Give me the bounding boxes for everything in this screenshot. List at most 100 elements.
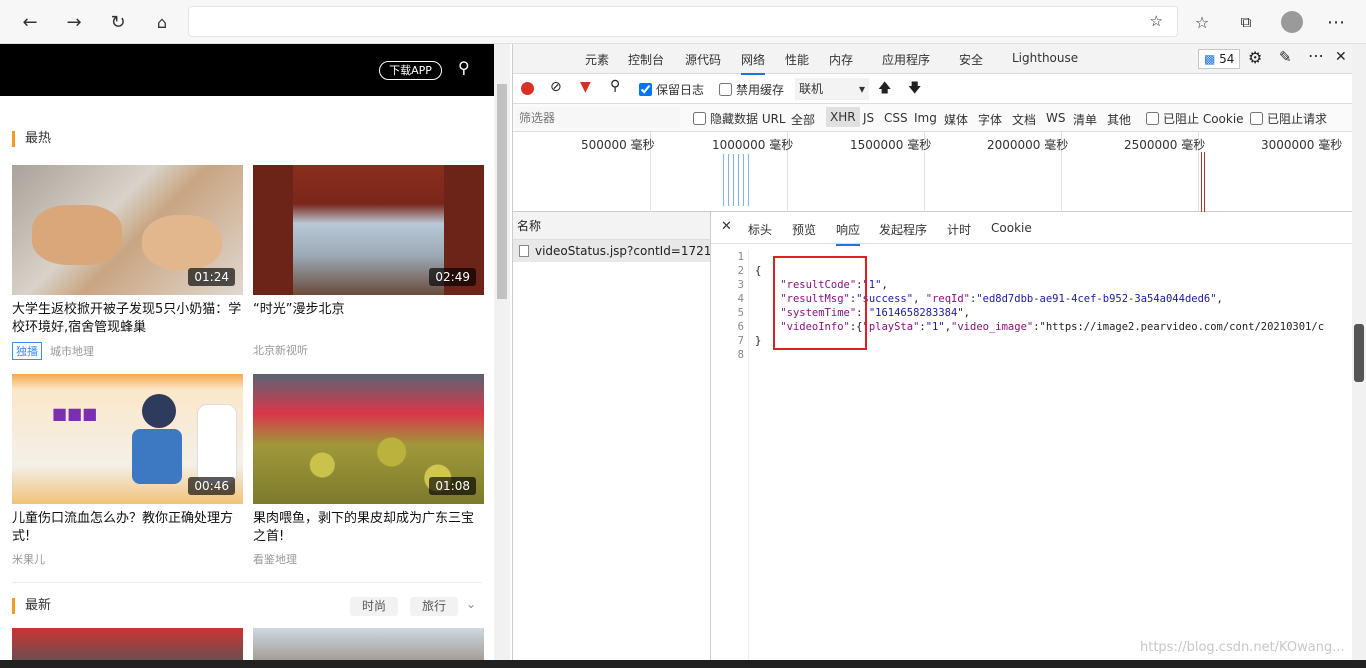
tab-headers[interactable]: 标头 bbox=[748, 221, 772, 238]
tab-preview[interactable]: 预览 bbox=[792, 221, 816, 238]
record-icon[interactable] bbox=[521, 82, 534, 95]
video-card[interactable]: 02:49 “时光”漫步北京 北京新视听 bbox=[253, 165, 484, 358]
type-filter-manifest[interactable]: 清单 bbox=[1073, 111, 1097, 128]
search-icon[interactable]: ⚲ bbox=[458, 58, 470, 77]
window-scrollbar[interactable] bbox=[1352, 44, 1366, 660]
forward-icon[interactable]: → bbox=[60, 8, 88, 36]
type-filter-other[interactable]: 其他 bbox=[1107, 111, 1131, 128]
hide-data-urls-checkbox[interactable]: 隐藏数据 URL bbox=[693, 110, 786, 127]
name-column-header[interactable]: 名称 bbox=[513, 212, 710, 240]
video-thumbnail[interactable]: 02:49 bbox=[253, 165, 484, 295]
type-filter-js[interactable]: JS bbox=[863, 111, 874, 125]
filter-fashion[interactable]: 时尚 bbox=[350, 597, 399, 616]
filter-input[interactable] bbox=[515, 107, 680, 128]
more-icon[interactable]: ⋯ bbox=[1322, 8, 1350, 36]
scrollbar-thumb[interactable] bbox=[1354, 324, 1364, 382]
throttle-select[interactable]: 联机 ▾ bbox=[795, 78, 869, 100]
tab-elements[interactable]: 元素 bbox=[585, 51, 609, 68]
tab-timing[interactable]: 计时 bbox=[947, 221, 971, 238]
network-overview[interactable]: 500000 毫秒 1000000 毫秒 1500000 毫秒 2000000 … bbox=[513, 132, 1353, 212]
site-header: 下载APP ⚲ bbox=[0, 44, 494, 96]
message-icon: ▩ bbox=[1204, 52, 1216, 66]
blocked-cookies-checkbox[interactable]: 已阻止 Cookie bbox=[1146, 110, 1244, 127]
duration-label: 01:24 bbox=[188, 268, 235, 286]
timeline-label: 500000 毫秒 bbox=[581, 138, 655, 152]
type-filter-xhr[interactable]: XHR bbox=[826, 107, 860, 127]
tab-application[interactable]: 应用程序 bbox=[882, 51, 930, 68]
tab-sources[interactable]: 源代码 bbox=[685, 51, 721, 68]
line-numbers: 1 2 3 4 5 6 7 8 bbox=[711, 250, 749, 660]
preserve-log-checkbox[interactable]: 保留日志 bbox=[639, 81, 704, 98]
devtools-tabbar: 元素 控制台 源代码 网络 性能 内存 应用程序 安全 Lighthouse ▩… bbox=[513, 44, 1353, 75]
tab-security[interactable]: 安全 bbox=[959, 51, 983, 68]
search-icon[interactable]: ⚲ bbox=[610, 78, 620, 94]
video-title[interactable]: 儿童伤口流血怎么办？教你正确处理方式! bbox=[12, 510, 243, 546]
blocked-requests-checkbox[interactable]: 已阻止请求 bbox=[1250, 110, 1327, 127]
video-thumbnail[interactable]: 01:24 bbox=[12, 165, 243, 295]
video-card[interactable]: 01:08 果肉喂鱼，剥下的果皮却成为广东三宝之首! 看鉴地理 bbox=[253, 374, 484, 567]
duration-label: 02:49 bbox=[429, 268, 476, 286]
collections-icon[interactable]: ⧉ bbox=[1232, 8, 1260, 36]
type-filter-doc[interactable]: 文档 bbox=[1012, 111, 1036, 128]
address-input[interactable] bbox=[189, 7, 1079, 36]
video-card[interactable]: 01:24 大学生返校掀开被子发现5只小奶猫：学校环境好,宿舍管现蜂巢 独播 城市… bbox=[12, 165, 243, 360]
tab-response[interactable]: 响应 bbox=[836, 221, 861, 246]
feedback-icon[interactable]: ✎ bbox=[1279, 48, 1292, 66]
tab-memory[interactable]: 内存 bbox=[829, 51, 853, 68]
favorite-add-icon[interactable]: ☆ bbox=[1150, 12, 1163, 30]
video-title[interactable]: “时光”漫步北京 bbox=[253, 301, 484, 319]
video-thumbnail[interactable]: 01:08 bbox=[253, 374, 484, 504]
devtools-panel: 元素 控制台 源代码 网络 性能 内存 应用程序 安全 Lighthouse ▩… bbox=[512, 44, 1353, 660]
page-scrollbar[interactable] bbox=[494, 44, 510, 660]
home-icon[interactable]: ⌂ bbox=[148, 8, 176, 36]
clear-icon[interactable]: ⊘ bbox=[550, 79, 562, 95]
video-title[interactable]: 大学生返校掀开被子发现5只小奶猫：学校环境好,宿舍管现蜂巢 bbox=[12, 301, 243, 337]
video-source: 北京新视听 bbox=[253, 344, 308, 357]
tab-initiator[interactable]: 发起程序 bbox=[879, 221, 927, 238]
favorites-icon[interactable]: ☆ bbox=[1188, 8, 1216, 36]
line-number: 2 bbox=[737, 265, 744, 277]
video-thumbnail[interactable] bbox=[253, 628, 484, 660]
type-filter-img[interactable]: Img bbox=[914, 111, 937, 125]
import-icon[interactable]: 🡅 bbox=[878, 79, 891, 101]
video-source: 看鉴地理 bbox=[253, 553, 297, 566]
request-row[interactable]: videoStatus.jsp?contId=17217... bbox=[513, 240, 710, 262]
more-icon[interactable]: ⋯ bbox=[1308, 46, 1324, 65]
close-icon[interactable]: ✕ bbox=[1335, 49, 1347, 65]
type-filter-font[interactable]: 字体 bbox=[978, 111, 1002, 128]
type-filter-ws[interactable]: WS bbox=[1046, 111, 1065, 125]
highlight-box bbox=[773, 256, 867, 350]
type-filter-css[interactable]: CSS bbox=[884, 111, 908, 125]
tab-network[interactable]: 网络 bbox=[741, 51, 766, 75]
type-filter-all[interactable]: 全部 bbox=[791, 111, 815, 128]
video-title[interactable]: 果肉喂鱼，剥下的果皮却成为广东三宝之首! bbox=[253, 510, 484, 546]
refresh-icon[interactable]: ↻ bbox=[104, 8, 132, 36]
filter-travel[interactable]: 旅行 bbox=[410, 597, 459, 616]
issues-counter[interactable]: ▩ 54 bbox=[1198, 49, 1241, 69]
chevron-down-icon[interactable]: ⌄ bbox=[466, 597, 476, 611]
timeline-label: 3000000 毫秒 bbox=[1261, 138, 1343, 152]
video-source: 城市地理 bbox=[50, 345, 94, 358]
export-icon[interactable]: 🡇 bbox=[908, 79, 921, 101]
tab-lighthouse[interactable]: Lighthouse bbox=[1012, 51, 1078, 65]
gear-icon[interactable]: ⚙ bbox=[1248, 48, 1262, 67]
tab-console[interactable]: 控制台 bbox=[628, 51, 664, 68]
tab-cookie[interactable]: Cookie bbox=[991, 221, 1032, 235]
video-thumbnail[interactable]: ■■■ 00:46 bbox=[12, 374, 243, 504]
scrollbar-thumb[interactable] bbox=[497, 84, 507, 299]
line-number: 6 bbox=[737, 321, 744, 333]
back-icon[interactable]: ← bbox=[16, 8, 44, 36]
address-bar[interactable]: ☆ bbox=[188, 6, 1178, 37]
profile-avatar[interactable] bbox=[1278, 8, 1306, 36]
type-filter-media[interactable]: 媒体 bbox=[944, 111, 968, 128]
close-icon[interactable]: ✕ bbox=[721, 219, 732, 234]
download-app-button[interactable]: 下载APP bbox=[379, 61, 442, 80]
blocked-requests-label: 已阻止请求 bbox=[1267, 112, 1328, 126]
line-number: 4 bbox=[737, 293, 744, 305]
video-card[interactable]: ■■■ 00:46 儿童伤口流血怎么办？教你正确处理方式! 米果儿 bbox=[12, 374, 243, 567]
video-thumbnail[interactable] bbox=[12, 628, 243, 660]
disable-cache-checkbox[interactable]: 禁用缓存 bbox=[719, 81, 784, 98]
filter-icon[interactable]: ▼ bbox=[580, 79, 591, 95]
preserve-log-label: 保留日志 bbox=[656, 83, 705, 97]
tab-performance[interactable]: 性能 bbox=[785, 51, 809, 68]
